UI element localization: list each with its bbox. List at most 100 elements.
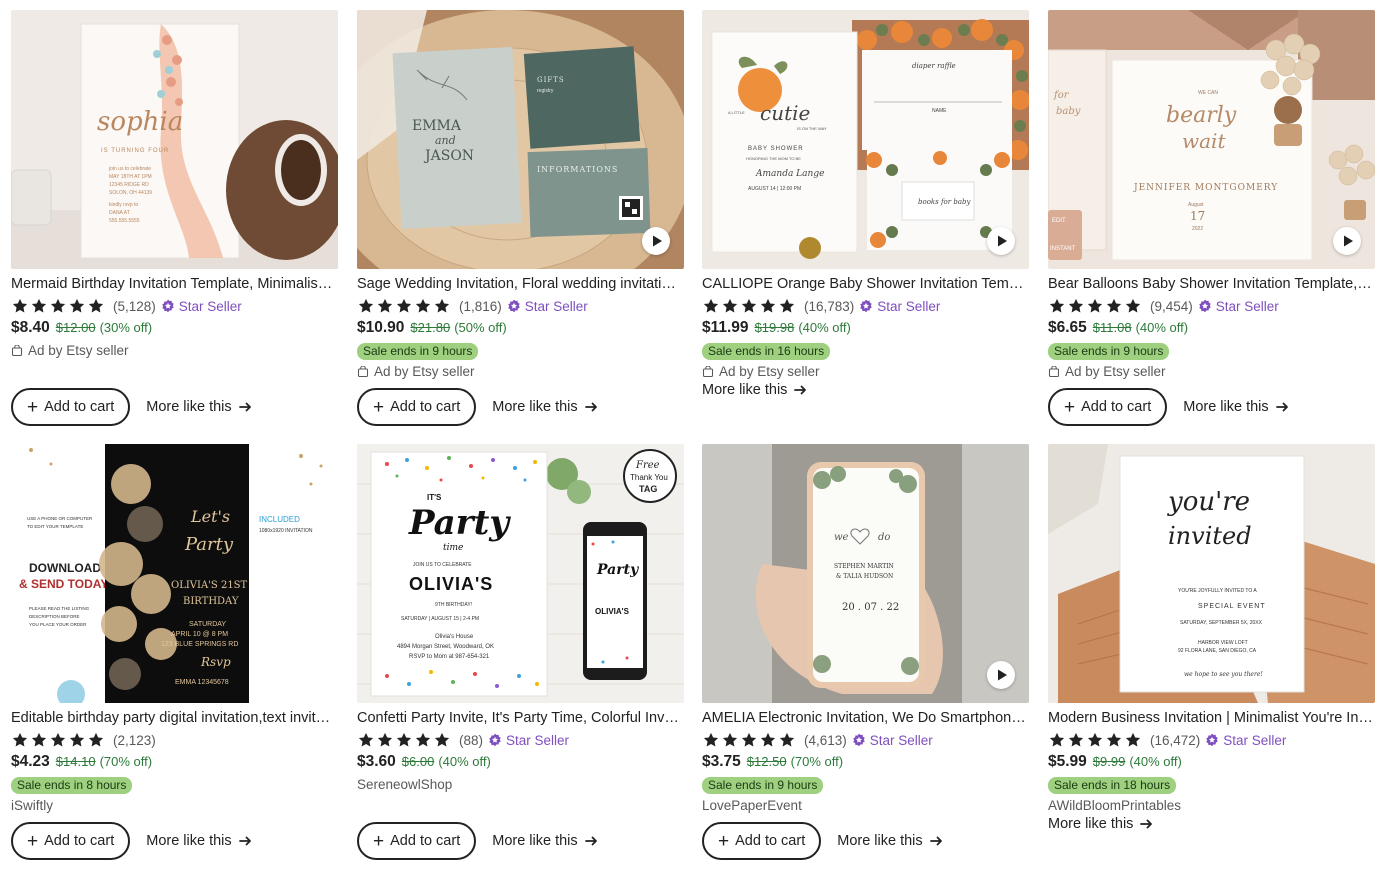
plus-icon: + [373, 830, 385, 852]
star-seller-badge-icon [508, 299, 520, 313]
listing-title[interactable]: Editable birthday party digital invitati… [11, 709, 336, 727]
listing-image[interactable]: USE A PHONE OR COMPUTER TO EDIT YOUR TEM… [11, 444, 338, 703]
more-like-this-label: More like this [1183, 399, 1269, 415]
add-to-cart-button[interactable]: + Add to cart [357, 388, 477, 426]
more-like-this-label: More like this [492, 399, 578, 415]
shop-name[interactable]: LovePaperEvent [702, 797, 802, 815]
listing-image[interactable]: we do STEPHEN MARTIN & TALIA HUDSON 20 .… [702, 444, 1029, 703]
price-row: $4.23 $14.10 (70% off) [11, 753, 338, 773]
discount-percent: (30% off) [99, 320, 153, 335]
star-seller-badge: Star Seller [161, 299, 242, 314]
star-icon [12, 298, 28, 313]
sale-price: $10.90 [357, 319, 405, 336]
listing-card[interactable]: diaper raffle NAME A LITTLE cutie IS ON … [702, 10, 1029, 398]
star-icon [779, 298, 795, 313]
star-rating [11, 297, 105, 315]
more-like-this-link[interactable]: More like this [146, 399, 253, 415]
sale-ends-badge: Sale ends in 9 hours [357, 343, 479, 360]
svg-text:do: do [878, 532, 890, 543]
add-to-cart-button[interactable]: + Add to cart [11, 388, 131, 426]
more-like-this-link[interactable]: More like this [702, 382, 809, 398]
listing-title[interactable]: CALLIOPE Orange Baby Shower Invitation T… [702, 275, 1027, 293]
play-video-button[interactable] [987, 227, 1015, 255]
svg-text:92 FLORA LANE, SAN DIEGO, CA: 92 FLORA LANE, SAN DIEGO, CA [1178, 648, 1257, 654]
svg-text:registry: registry [537, 88, 554, 94]
star-icon [50, 732, 66, 747]
star-icon [722, 298, 738, 313]
listing-image[interactable]: sophia IS TURNING FOUR join us to celebr… [11, 10, 338, 269]
star-icon [358, 732, 374, 747]
sale-price: $4.23 [11, 753, 50, 770]
price-row: $3.75 $12.50 (70% off) [702, 753, 1029, 773]
listing-title[interactable]: AMELIA Electronic Invitation, We Do Smar… [702, 709, 1027, 727]
listing-card[interactable]: IT'S Party time JOIN US TO CELEBRATE OLI… [357, 444, 684, 860]
shop-line: iSwiftly [11, 797, 338, 815]
more-like-this-link[interactable]: More like this [837, 833, 944, 849]
discount-percent: (40% off) [798, 320, 851, 335]
listing-card[interactable]: you're invited YOU'RE JOYFULLY INVITED T… [1048, 444, 1375, 832]
svg-text:Party: Party [596, 562, 639, 578]
ad-icon [1048, 366, 1060, 378]
listing-card[interactable]: we do STEPHEN MARTIN & TALIA HUDSON 20 .… [702, 444, 1029, 860]
shop-name[interactable]: iSwiftly [11, 797, 53, 815]
svg-text:HONORING THE MOM TO BE: HONORING THE MOM TO BE [746, 156, 801, 161]
shop-name[interactable]: AWildBloomPrintables [1048, 797, 1181, 815]
play-video-button[interactable] [642, 227, 670, 255]
add-to-cart-label: Add to cart [390, 399, 461, 415]
add-to-cart-button[interactable]: + Add to cart [11, 822, 131, 860]
original-price: $11.08 [1092, 320, 1132, 335]
svg-text:EDIT: EDIT [1052, 218, 1066, 224]
more-like-this-link[interactable]: More like this [492, 833, 599, 849]
listing-image[interactable]: you're invited YOU'RE JOYFULLY INVITED T… [1048, 444, 1375, 703]
svg-text:Party: Party [408, 503, 511, 543]
ad-label: Ad by Etsy seller [719, 364, 820, 379]
sale-ends-badge: Sale ends in 16 hours [702, 343, 831, 360]
listing-image[interactable]: diaper raffle NAME A LITTLE cutie IS ON … [702, 10, 1029, 269]
review-count: (1,816) [459, 298, 502, 314]
arrow-right-icon [584, 836, 597, 846]
svg-text:USE A PHONE OR COMPUTER: USE A PHONE OR COMPUTER [27, 516, 93, 521]
star-icon [1087, 732, 1103, 747]
play-video-button[interactable] [987, 661, 1015, 689]
listing-image[interactable]: for baby EDIT INSTANT WE CAN bearly wait… [1048, 10, 1375, 269]
more-like-this-link[interactable]: More like this [1048, 816, 1155, 832]
star-icon [1125, 298, 1141, 313]
shop-line: Ad by Etsy seller [11, 342, 338, 360]
listing-title[interactable]: Confetti Party Invite, It's Party Time, … [357, 709, 682, 727]
listing-card[interactable]: EMMA and JASON GIFTS registry INFORMATIO… [357, 10, 684, 426]
star-seller-label: Star Seller [1223, 732, 1287, 748]
listing-image[interactable]: EMMA and JASON GIFTS registry INFORMATIO… [357, 10, 684, 269]
listing-title[interactable]: Modern Business Invitation | Minimalist … [1048, 709, 1373, 727]
star-seller-label: Star Seller [524, 298, 588, 314]
star-icon [358, 298, 374, 313]
more-like-this-link[interactable]: More like this [146, 833, 253, 849]
svg-text:JOIN US TO CELEBRATE: JOIN US TO CELEBRATE [413, 562, 472, 568]
listing-card[interactable]: sophia IS TURNING FOUR join us to celebr… [11, 10, 338, 426]
more-like-this-link[interactable]: More like this [492, 399, 599, 415]
star-icon [88, 298, 104, 313]
listing-title[interactable]: Sage Wedding Invitation, Floral wedding … [357, 275, 682, 293]
shop-line: Ad by Etsy seller [1048, 363, 1375, 381]
add-to-cart-button[interactable]: + Add to cart [357, 822, 477, 860]
smartphone-wedding-invitation-image: we do STEPHEN MARTIN & TALIA HUDSON 20 .… [702, 444, 1029, 703]
star-icon [50, 298, 66, 313]
star-rating [702, 297, 796, 315]
listing-card[interactable]: USE A PHONE OR COMPUTER TO EDIT YOUR TEM… [11, 444, 338, 860]
more-like-this-label: More like this [702, 382, 788, 398]
star-seller-badge: Star Seller [488, 733, 569, 748]
more-like-this-link[interactable]: More like this [1183, 399, 1290, 415]
listing-image[interactable]: IT'S Party time JOIN US TO CELEBRATE OLI… [357, 444, 684, 703]
svg-text:Olivia's House: Olivia's House [435, 634, 474, 640]
rating-row: (16,783) Star Seller [702, 296, 1029, 316]
sale-price: $5.99 [1048, 753, 1087, 770]
play-video-button[interactable] [1333, 227, 1361, 255]
listing-title[interactable]: Bear Balloons Baby Shower Invitation Tem… [1048, 275, 1373, 293]
review-count: (16,472) [1150, 732, 1201, 748]
listing-card[interactable]: for baby EDIT INSTANT WE CAN bearly wait… [1048, 10, 1375, 426]
add-to-cart-button[interactable]: + Add to cart [1048, 388, 1168, 426]
add-to-cart-button[interactable]: + Add to cart [702, 822, 822, 860]
star-icon [377, 732, 393, 747]
shop-name[interactable]: SereneowlShop [357, 776, 452, 794]
listing-title[interactable]: Mermaid Birthday Invitation Template, Mi… [11, 275, 336, 293]
thumb-card-text: sophia [97, 107, 183, 137]
